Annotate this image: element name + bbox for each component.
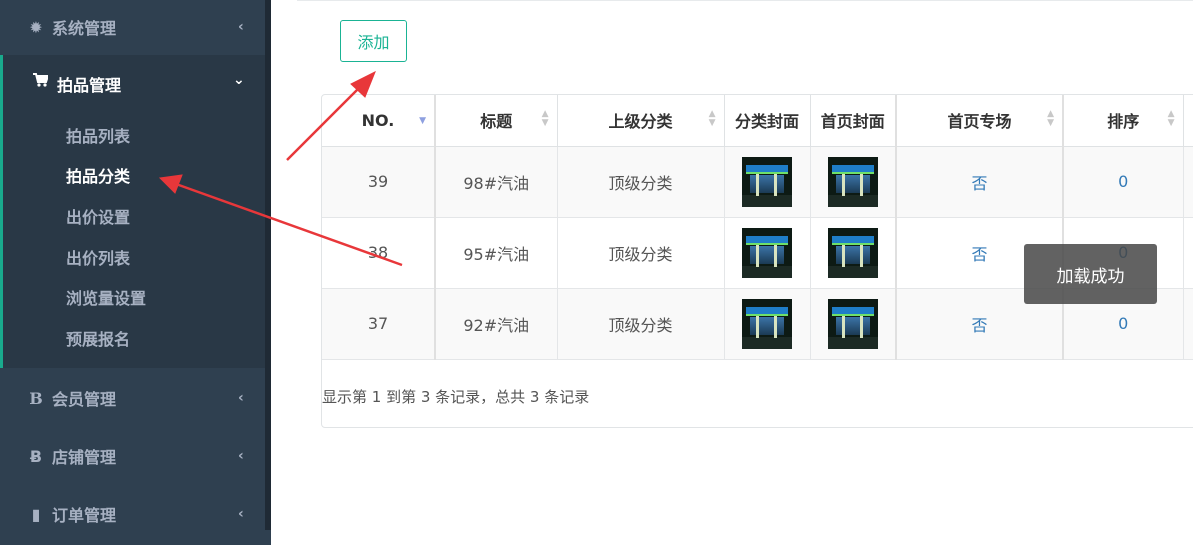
cell-home-cover (810, 288, 897, 360)
gas-station-thumbnail[interactable] (827, 227, 878, 278)
sidebar-item-bid-settings[interactable]: 出价设置 (66, 204, 130, 228)
cell-no: 38 (322, 217, 436, 289)
cell-title: 95#汽油 (435, 217, 558, 289)
sort-icon: ▲ ▼ (1167, 109, 1175, 128)
cell-sort[interactable]: 0 (1063, 146, 1184, 218)
cell-home-cover (810, 146, 897, 218)
cell-category-cover (724, 146, 811, 218)
column-header-no[interactable]: NO. ▼ (322, 95, 436, 147)
cell-parent: 顶级分类 (557, 288, 725, 360)
column-header-label: 首页专场 (947, 112, 1012, 132)
menu-auction-items-header[interactable]: 拍品管理 ⌄ (3, 55, 265, 111)
menu-auction-items: 拍品管理 ⌄ 拍品列表 拍品分类 出价设置 出价列表 浏览量设置 预展报名 (0, 55, 265, 368)
column-header-title[interactable]: 标题 ▲ ▼ (435, 95, 558, 147)
sort-icon: ▲ ▼ (541, 109, 549, 128)
gas-station-thumbnail[interactable] (742, 156, 792, 207)
category-table: NO. ▼ 标题 ▲ ▼ 上级分类 ▲ ▼ 分类封面 首页封面 首页专场 ▲ ▼ 排序 ▲ ▼ 3… (322, 95, 1193, 360)
content-top-divider (297, 0, 1193, 1)
pagination-summary: 显示第 1 到第 3 条记录，总共 3 条记录 (322, 388, 590, 406)
menu-orders[interactable]: ▮ 订单管理 ‹ (0, 487, 265, 541)
cell-category-cover (724, 217, 811, 289)
column-header-home-cover: 首页封面 (810, 95, 897, 147)
cell-title: 92#汽油 (435, 288, 558, 360)
sort-icon: ▲ ▼ (1047, 109, 1054, 128)
chevron-left-icon: ‹ (238, 390, 244, 406)
gas-station-thumbnail[interactable] (742, 227, 792, 278)
column-header-label: 分类封面 (734, 112, 799, 132)
cell-home-cover (810, 217, 897, 289)
toast-message: 加载成功 (1024, 244, 1157, 304)
column-header-label: 排序 (1107, 112, 1140, 132)
cell-parent: 顶级分类 (557, 217, 725, 289)
sort-desc-icon: ▼ (419, 116, 426, 126)
cell-overflow (1183, 217, 1193, 289)
column-header-label: NO. (361, 110, 395, 130)
sort-icon: ▲ ▼ (708, 109, 716, 128)
cell-parent: 顶级分类 (557, 146, 725, 218)
column-header-label: 首页封面 (820, 112, 885, 132)
cell-no: 37 (322, 288, 436, 360)
gear-icon: ✹ (29, 17, 43, 37)
sidebar-item-item-category[interactable]: 拍品分类 (66, 163, 130, 187)
sidebar-item-views-settings[interactable]: 浏览量设置 (66, 285, 146, 309)
chevron-left-icon: ‹ (238, 448, 244, 464)
column-header-sort[interactable]: 排序 ▲ ▼ (1063, 95, 1184, 147)
column-header-label: 上级分类 (608, 112, 673, 132)
sidebar-item-bid-list[interactable]: 出价列表 (66, 245, 130, 269)
bold-b-icon: B (29, 388, 43, 408)
cell-overflow (1183, 146, 1193, 218)
menu-auction-items-label: 拍品管理 (57, 76, 122, 95)
sidebar-item-preview-signup[interactable]: 预展报名 (66, 326, 130, 350)
cell-no: 39 (322, 146, 436, 218)
menu-system-label: 系统管理 (52, 19, 117, 38)
sidebar: ✹ 系统管理 ‹ 拍品管理 ⌄ 拍品列表 拍品分类 出价设置 出价列表 浏览量设… (0, 0, 271, 545)
menu-system[interactable]: ✹ 系统管理 ‹ (0, 0, 265, 54)
column-header-overflow (1183, 95, 1193, 147)
column-header-parent[interactable]: 上级分类 ▲ ▼ (557, 95, 725, 147)
gas-station-thumbnail[interactable] (827, 156, 878, 207)
column-header-label: 标题 (480, 112, 513, 132)
chevron-down-icon: ⌄ (233, 72, 245, 88)
bitcoin-icon: Ƀ (29, 446, 43, 466)
gas-station-thumbnail[interactable] (742, 298, 792, 349)
add-button[interactable]: 添加 (340, 20, 407, 62)
cell-overflow (1183, 288, 1193, 360)
menu-members-label: 会员管理 (52, 390, 117, 409)
sidebar-item-item-list[interactable]: 拍品列表 (66, 123, 130, 147)
column-header-category-cover: 分类封面 (724, 95, 811, 147)
sidebar-scrollbar[interactable] (265, 0, 271, 530)
chevron-left-icon: ‹ (238, 506, 244, 522)
menu-stores[interactable]: Ƀ 店铺管理 ‹ (0, 429, 265, 483)
column-header-featured[interactable]: 首页专场 ▲ ▼ (896, 95, 1064, 147)
cell-category-cover (724, 288, 811, 360)
cell-title: 98#汽油 (435, 146, 558, 218)
book-icon: ▮ (31, 504, 41, 524)
gas-station-thumbnail[interactable] (827, 298, 878, 349)
menu-members[interactable]: B 会员管理 ‹ (0, 371, 265, 425)
cart-icon (32, 72, 50, 92)
chevron-left-icon: ‹ (238, 19, 244, 35)
menu-stores-label: 店铺管理 (52, 448, 117, 467)
menu-orders-label: 订单管理 (52, 506, 117, 525)
cell-featured[interactable]: 否 (896, 146, 1064, 218)
table-row: 39 98#汽油 顶级分类 否 0 (322, 146, 1193, 218)
